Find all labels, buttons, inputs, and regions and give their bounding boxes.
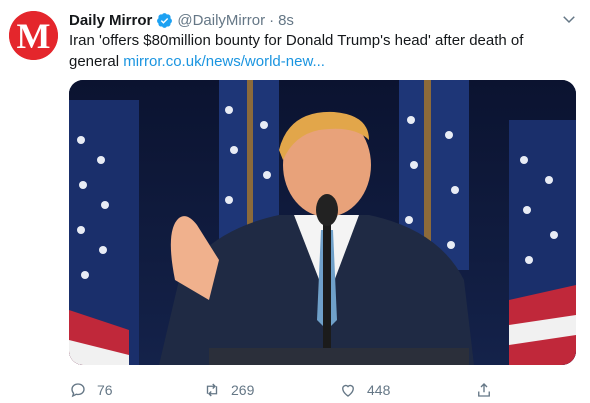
tweet-timestamp[interactable]: 8s <box>278 12 294 29</box>
separator-dot: · <box>269 11 275 29</box>
flag-right <box>509 120 576 365</box>
tweet-photo[interactable] <box>69 80 576 365</box>
reply-count: 76 <box>97 382 113 398</box>
podium <box>209 348 469 365</box>
tweet-link[interactable]: mirror.co.uk/news/world-new... <box>123 53 325 70</box>
reply-button[interactable]: 76 <box>69 380 113 400</box>
retweet-count: 269 <box>231 382 255 398</box>
retweet-button[interactable]: 269 <box>203 380 254 400</box>
account-name[interactable]: Daily Mirror <box>69 12 152 29</box>
like-count: 448 <box>367 382 391 398</box>
more-options-chevron-down-icon[interactable] <box>560 10 578 28</box>
reply-icon <box>69 381 87 399</box>
tweet-header: Daily Mirror @DailyMirror · 8s <box>69 10 294 30</box>
account-handle[interactable]: @DailyMirror <box>177 12 265 29</box>
tweet-card[interactable]: M Daily Mirror @DailyMirror · 8s Iran 'o… <box>0 0 590 403</box>
share-button[interactable] <box>475 380 493 400</box>
share-icon <box>475 381 493 399</box>
tweet-actions: 76 269 448 <box>69 380 569 400</box>
like-button[interactable]: 448 <box>339 380 390 400</box>
verified-badge-icon <box>156 12 173 29</box>
avatar[interactable]: M <box>9 11 58 60</box>
retweet-icon <box>203 381 221 399</box>
tweet-text: Iran 'offers $80million bounty for Donal… <box>69 30 569 72</box>
flag-left <box>69 100 139 365</box>
photo-icon <box>69 80 576 365</box>
heart-icon <box>339 381 357 399</box>
avatar-letter: M <box>17 16 51 56</box>
